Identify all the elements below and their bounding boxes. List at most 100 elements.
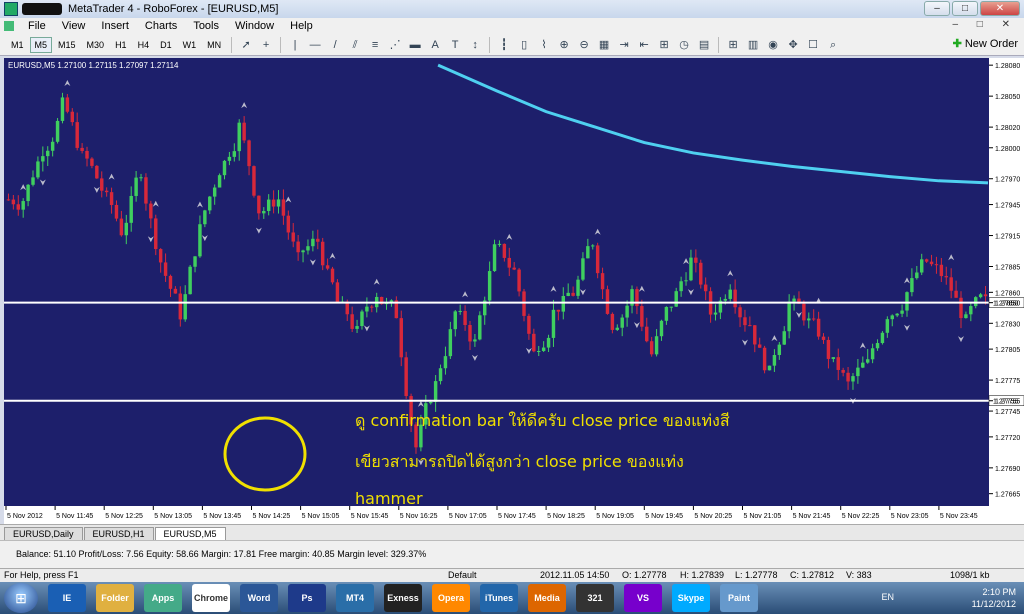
templates-icon[interactable]: ▤ <box>697 38 711 52</box>
profiles-icon[interactable]: ▥ <box>746 38 760 52</box>
horizontal-line-icon[interactable]: — <box>308 38 322 52</box>
periods-icon[interactable]: ◷ <box>677 38 691 52</box>
timeframe-m1[interactable]: M1 <box>6 37 29 53</box>
rectangle-icon[interactable]: ▬ <box>408 38 422 52</box>
autoscroll-icon[interactable]: ⇥ <box>617 38 631 52</box>
taskbar-app-mt4-icon[interactable]: MT4 <box>336 584 374 612</box>
new-order-button[interactable]: ✚ New Order <box>953 37 1018 51</box>
close-button[interactable]: ✕ <box>980 1 1020 16</box>
candlestick-icon[interactable]: ▯ <box>517 38 531 52</box>
line-chart-icon[interactable]: ⌇ <box>537 38 551 52</box>
fibonacci-icon[interactable]: ≡ <box>368 38 382 52</box>
market-watch-icon[interactable]: ◉ <box>766 38 780 52</box>
taskbar-app-apps-icon[interactable]: Apps <box>144 584 182 612</box>
candle-body <box>944 276 948 278</box>
tab-eurusd-h1[interactable]: EURUSD,H1 <box>83 527 154 540</box>
text-icon[interactable]: A <box>428 38 442 52</box>
mdi-controls[interactable]: – □ ✕ <box>952 19 1018 30</box>
taskbar-app-chrome-icon[interactable]: Chrome <box>192 584 230 612</box>
taskbar-app-opera-icon[interactable]: Opera <box>432 584 470 612</box>
zoom-out-icon[interactable]: ⊖ <box>577 38 591 52</box>
timeframe-mn[interactable]: MN <box>202 37 226 53</box>
status-volume: V: 383 <box>846 570 872 580</box>
price-tick-label: 1.28080 <box>995 63 1020 70</box>
taskbar-app-itunes-icon[interactable]: iTunes <box>480 584 518 612</box>
candle-body <box>640 306 644 327</box>
menu-file[interactable]: File <box>20 20 54 32</box>
maximize-button[interactable]: □ <box>952 1 978 16</box>
new-chart-icon[interactable]: ⊞ <box>726 38 740 52</box>
candle-body <box>870 348 875 360</box>
system-clock[interactable]: 2:10 PM 11/12/2012 <box>972 586 1016 610</box>
taskbar-app-exness-icon[interactable]: Exness <box>384 584 422 612</box>
menu-help[interactable]: Help <box>282 20 321 32</box>
menu-insert[interactable]: Insert <box>93 20 137 32</box>
taskbar-app-folder-icon[interactable]: Folder <box>96 584 134 612</box>
label-icon[interactable]: T <box>448 38 462 52</box>
minimize-button[interactable]: – <box>924 1 950 16</box>
arrows-icon[interactable]: ↕ <box>468 38 482 52</box>
taskbar-app-ie-icon[interactable]: IE <box>48 584 86 612</box>
crosshair-icon[interactable]: + <box>259 38 273 52</box>
price-tick-label: 1.27885 <box>995 265 1020 272</box>
vertical-line-icon[interactable]: | <box>288 38 302 52</box>
menu-tools[interactable]: Tools <box>185 20 227 32</box>
bar-chart-icon[interactable]: ┇ <box>497 38 511 52</box>
timeframe-h4[interactable]: H4 <box>133 37 155 53</box>
language-indicator[interactable]: EN <box>881 592 894 602</box>
status-time: 2012.11.05 14:50 <box>540 570 610 580</box>
status-high: H: 1.27839 <box>680 570 725 580</box>
candle-body <box>266 199 271 211</box>
trendline-icon[interactable]: / <box>328 38 342 52</box>
navigator-icon[interactable]: ✥ <box>786 38 800 52</box>
candle-body <box>561 295 566 312</box>
terminal-icon[interactable]: ☐ <box>806 38 820 52</box>
timeframe-d1[interactable]: D1 <box>155 37 177 53</box>
taskbar-app-skype-icon[interactable]: Skype <box>672 584 710 612</box>
timeframe-h1[interactable]: H1 <box>110 37 132 53</box>
cursor-icon[interactable]: ➚ <box>239 38 253 52</box>
timeframe-m5[interactable]: M5 <box>29 36 53 53</box>
menu-charts[interactable]: Charts <box>137 20 185 32</box>
start-button[interactable]: ⊞ <box>4 583 38 613</box>
tab-eurusd-m5[interactable]: EURUSD,M5 <box>154 527 226 540</box>
tab-eurusd-daily[interactable]: EURUSD,Daily <box>4 527 83 540</box>
timeframe-m15[interactable]: M15 <box>53 37 81 53</box>
zoom-in-icon[interactable]: ⊕ <box>557 38 571 52</box>
candle-body <box>625 305 629 318</box>
candle-body <box>365 306 369 312</box>
strategy-tester-icon[interactable]: ⌕ <box>826 38 840 52</box>
candle-body <box>16 204 20 210</box>
taskbar-app-media-icon[interactable]: Media <box>528 584 566 612</box>
taskbar-app-ps-icon[interactable]: Ps <box>288 584 326 612</box>
tile-windows-icon[interactable]: ▦ <box>597 38 611 52</box>
menu-view[interactable]: View <box>54 20 94 32</box>
timeframe-m30[interactable]: M30 <box>82 37 110 53</box>
indicators-icon[interactable]: ⊞ <box>657 38 671 52</box>
timeframe-w1[interactable]: W1 <box>178 37 202 53</box>
candle-body <box>453 311 457 330</box>
channel-icon[interactable]: ⫽ <box>348 38 362 52</box>
candle-body <box>527 315 531 334</box>
taskbar-app-vs-icon[interactable]: VS <box>624 584 662 612</box>
candle-body <box>257 195 261 214</box>
chart-shift-icon[interactable]: ⇤ <box>637 38 651 52</box>
time-tick-label: 5 Nov 17:05 <box>449 513 487 520</box>
candle-body <box>816 318 821 337</box>
redacted-mark <box>22 3 62 15</box>
taskbar-app-paint-icon[interactable]: Paint <box>720 584 758 612</box>
candle-body <box>212 187 217 197</box>
price-chart[interactable]: 1.27850 1.27755 1.28080 1.28050 1.28020 1.28… <box>0 56 1024 524</box>
gann-icon[interactable]: ⋰ <box>388 38 402 52</box>
taskbar-app-word-icon[interactable]: Word <box>240 584 278 612</box>
menu-window[interactable]: Window <box>227 20 282 32</box>
candle-body <box>669 306 674 308</box>
status-close: C: 1.27812 <box>790 570 835 580</box>
candle-body <box>158 249 163 263</box>
candle-body <box>109 192 114 205</box>
taskbar-app-321-icon[interactable]: 321 <box>576 584 614 612</box>
chart-window[interactable]: 1.27850 1.27755 1.28080 1.28050 1.28020 1.28… <box>0 56 1024 524</box>
price-tick-label: 1.27775 <box>995 378 1020 385</box>
annotation-line-2: เขียวสามารถปิดได้สูงกว่า close price ของ… <box>355 452 684 472</box>
time-tick-label: 5 Nov 11:45 <box>56 513 93 520</box>
